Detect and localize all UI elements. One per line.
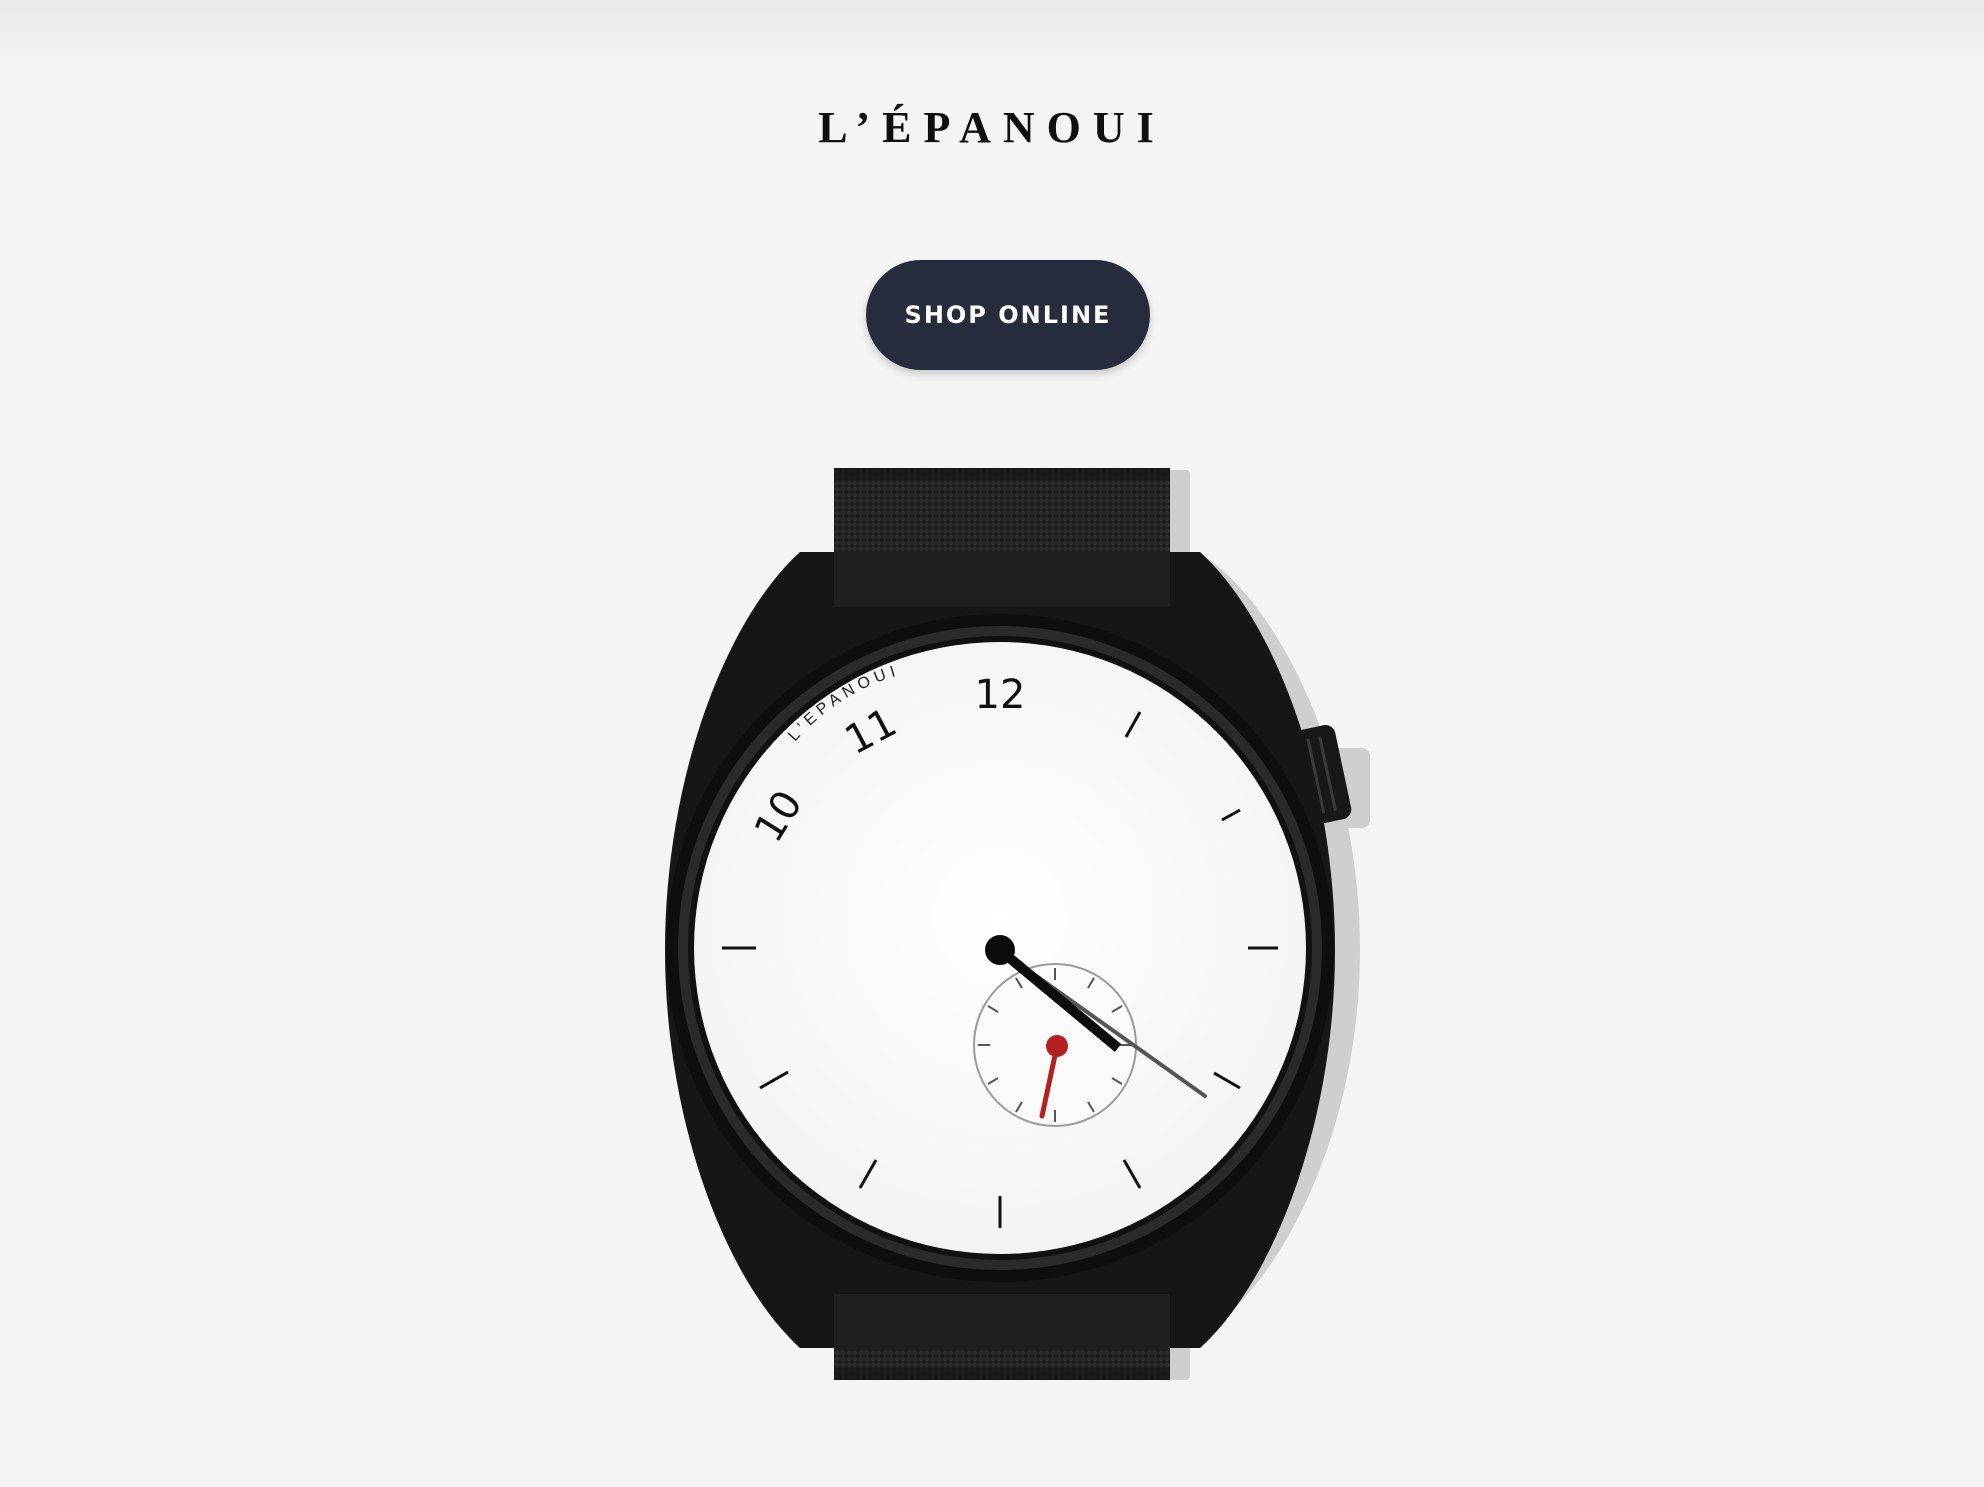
numeral-12: 12 <box>975 672 1026 718</box>
watch-product-image: L’EPANOUI 12 11 10 <box>665 468 1370 1380</box>
shop-online-button[interactable]: SHOP ONLINE <box>866 260 1150 370</box>
brand-logo: L’ÉPANOUI <box>818 103 1166 152</box>
